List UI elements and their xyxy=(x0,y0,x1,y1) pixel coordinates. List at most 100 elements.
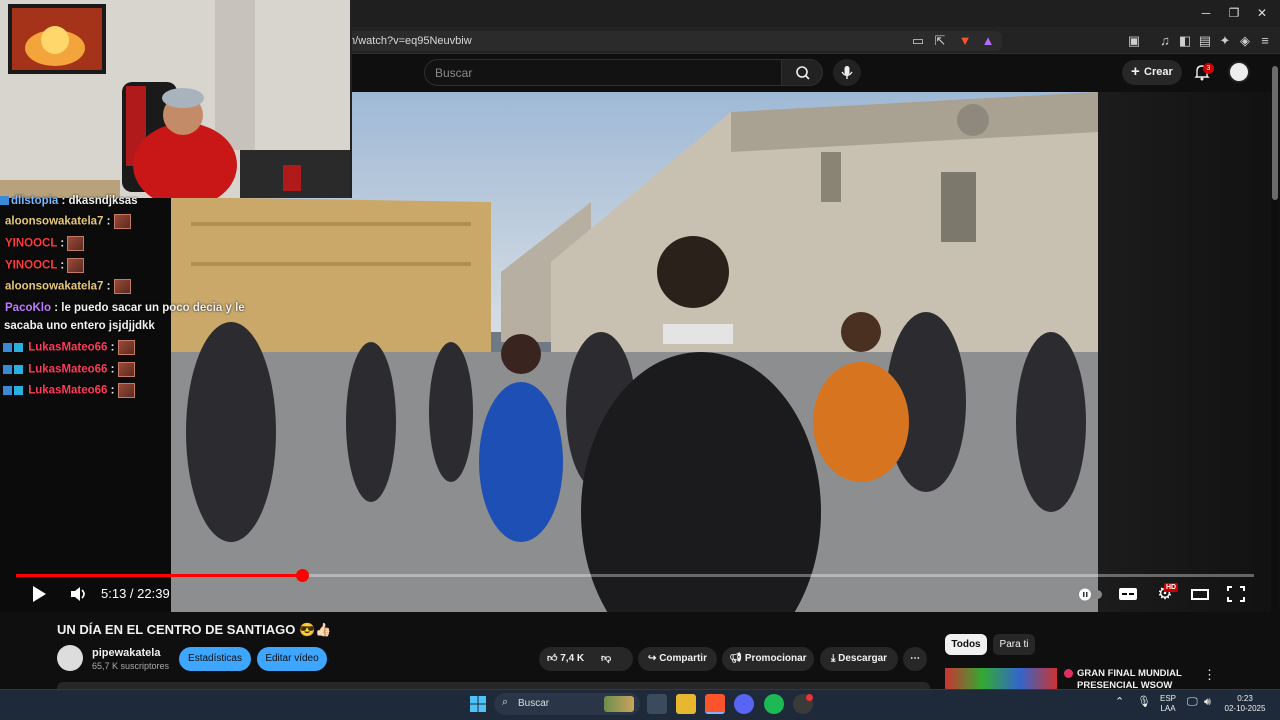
microphone-tray-icon[interactable]: 🎙︎ xyxy=(1137,697,1151,708)
search-input[interactable]: Buscar xyxy=(424,59,782,86)
kebab-menu-icon[interactable]: ⋮ xyxy=(1203,667,1216,683)
start-button[interactable] xyxy=(469,695,487,713)
chat-message: PacoKlo : le puedo sacar un poco decia y… xyxy=(5,302,245,314)
chat-username: aloonsowakatela7 xyxy=(5,215,104,228)
gem-badge-icon xyxy=(14,386,23,395)
download-button[interactable]: ⤓ Descargar xyxy=(820,647,898,671)
discord-icon[interactable] xyxy=(734,694,754,714)
channel-name[interactable]: pipewakatela xyxy=(92,647,160,659)
brave-browser-icon[interactable] xyxy=(705,694,725,714)
stats-button[interactable]: Estadísticas xyxy=(179,647,251,671)
music-icon[interactable]: ♫ xyxy=(1155,31,1175,51)
brave-rewards-icon[interactable]: ▲ xyxy=(978,31,998,51)
recommended-thumbnail[interactable] xyxy=(945,668,1057,690)
share-button[interactable]: ↪ Compartir xyxy=(638,647,717,671)
brave-shield-icon[interactable]: ▼ xyxy=(955,31,975,51)
like-button[interactable]: 👍︎ 7,4 K xyxy=(547,653,584,664)
vpn-icon[interactable]: ◈ xyxy=(1235,31,1255,51)
subtitles-button[interactable] xyxy=(1117,584,1139,604)
chat-message: aloonsowakatela7 : xyxy=(5,214,131,229)
clock[interactable]: 0:23 02-10-2025 xyxy=(1224,694,1266,714)
subscriber-badge-icon xyxy=(3,365,12,374)
create-label: Crear xyxy=(1144,66,1173,78)
promote-button[interactable]: 📢︎ Promocionar xyxy=(722,647,814,671)
emote-icon xyxy=(117,362,135,377)
download-icon: ⤓ xyxy=(830,653,836,664)
thumbs-up-icon: 👍︎ xyxy=(547,653,558,664)
chat-username: aloonsowakatela7 xyxy=(5,280,104,293)
chat-text-continued: sacaba uno entero jsjdjjdkk xyxy=(4,320,155,332)
chat-message: YINOOCL : xyxy=(5,236,85,251)
chat-message: aloonsowakatela7 : xyxy=(5,279,131,294)
dislike-button[interactable]: 👎︎ xyxy=(601,647,611,671)
volume-icon xyxy=(71,587,85,601)
download-label: Descargar xyxy=(838,653,888,664)
wallet-icon[interactable]: ▤ xyxy=(1195,31,1215,51)
search-icon: ⌕ xyxy=(502,696,509,708)
like-dislike-group: 👍︎ 7,4 K 👎︎ xyxy=(539,647,633,671)
chat-message: LukasMateo66 : xyxy=(3,340,135,355)
subscriber-badge-icon xyxy=(3,343,12,352)
chat-username: PacoKlo xyxy=(5,302,52,314)
chip-all[interactable]: Todos xyxy=(945,634,987,655)
minimize-icon[interactable]: ─ xyxy=(1196,4,1216,22)
gem-badge-icon xyxy=(14,343,23,352)
more-actions-button[interactable]: ⋯ xyxy=(903,647,927,671)
account-avatar[interactable] xyxy=(1228,61,1250,83)
menu-icon[interactable]: ≡ xyxy=(1255,31,1275,51)
scrollbar-thumb[interactable] xyxy=(1272,66,1278,200)
chat-username: LukasMateo66 xyxy=(28,363,108,376)
chat-text: dkasndjksas xyxy=(68,195,138,207)
spotify-icon[interactable] xyxy=(764,694,784,714)
edit-video-button[interactable]: Editar vídeo xyxy=(257,647,327,671)
volume-button[interactable] xyxy=(68,584,90,604)
webcam-scene xyxy=(0,0,350,198)
leo-ai-icon[interactable]: ✦ xyxy=(1215,31,1235,51)
tray-overflow-icon[interactable]: ⌃ xyxy=(1115,697,1124,708)
chip-for-you[interactable]: Para ti xyxy=(993,634,1035,655)
voice-search-button[interactable] xyxy=(833,59,861,86)
task-view-icon[interactable] xyxy=(647,694,667,714)
language-indicator[interactable]: ESP LAA xyxy=(1160,694,1176,714)
screenshot-icon[interactable]: ▣ xyxy=(1124,31,1144,51)
share-label: Compartir xyxy=(659,653,707,664)
emote-icon xyxy=(67,258,85,273)
network-icon[interactable]: 🖵︎ xyxy=(1187,697,1198,708)
maximize-icon[interactable]: ❐ xyxy=(1224,4,1244,22)
cast-icon[interactable]: ▭ xyxy=(908,31,928,51)
channel-avatar[interactable] xyxy=(57,645,83,671)
emote-icon xyxy=(117,340,135,355)
url-field[interactable]: m/watch?v=eq95Neuvbiw xyxy=(342,31,1002,51)
keyboard-layout: LAA xyxy=(1160,704,1176,713)
close-icon[interactable]: ✕ xyxy=(1252,4,1272,22)
autoplay-toggle[interactable] xyxy=(1076,584,1104,604)
create-button[interactable]: + Crear xyxy=(1122,60,1182,85)
sidebar-icon[interactable]: ◧ xyxy=(1175,31,1195,51)
promote-label: Promocionar xyxy=(744,653,807,664)
clock-time: 0:23 xyxy=(1237,694,1253,703)
search-button[interactable] xyxy=(781,59,823,86)
player-letterbox-right xyxy=(1098,92,1280,612)
speaker-icon[interactable]: 🔊︎ xyxy=(1204,697,1211,708)
obs-recording-dot xyxy=(806,694,813,701)
share-icon[interactable]: ⇱ xyxy=(930,31,950,51)
taskbar-search[interactable]: ⌕ Buscar xyxy=(494,693,640,715)
theater-mode-button[interactable] xyxy=(1189,584,1211,604)
play-icon xyxy=(33,586,46,602)
file-explorer-icon[interactable] xyxy=(676,694,696,714)
play-button[interactable] xyxy=(28,584,50,604)
thumbs-down-icon: 👎︎ xyxy=(601,653,612,664)
fullscreen-button[interactable] xyxy=(1225,584,1247,604)
emote-icon xyxy=(113,279,131,294)
subtitles-icon xyxy=(1119,588,1137,600)
scrubber-handle[interactable] xyxy=(296,569,309,582)
like-count: 7,4 K xyxy=(560,653,585,664)
windows-taskbar xyxy=(0,689,1280,720)
description-box[interactable] xyxy=(57,682,930,689)
chat-username: dlistopia xyxy=(11,195,59,207)
settings-button[interactable]: ⚙ HD xyxy=(1152,583,1179,604)
subscriber-badge-icon xyxy=(0,196,9,206)
autoplay-toggle-icon xyxy=(1078,588,1102,601)
emote-icon xyxy=(117,383,135,398)
share-arrow-icon: ↪ xyxy=(648,653,657,664)
